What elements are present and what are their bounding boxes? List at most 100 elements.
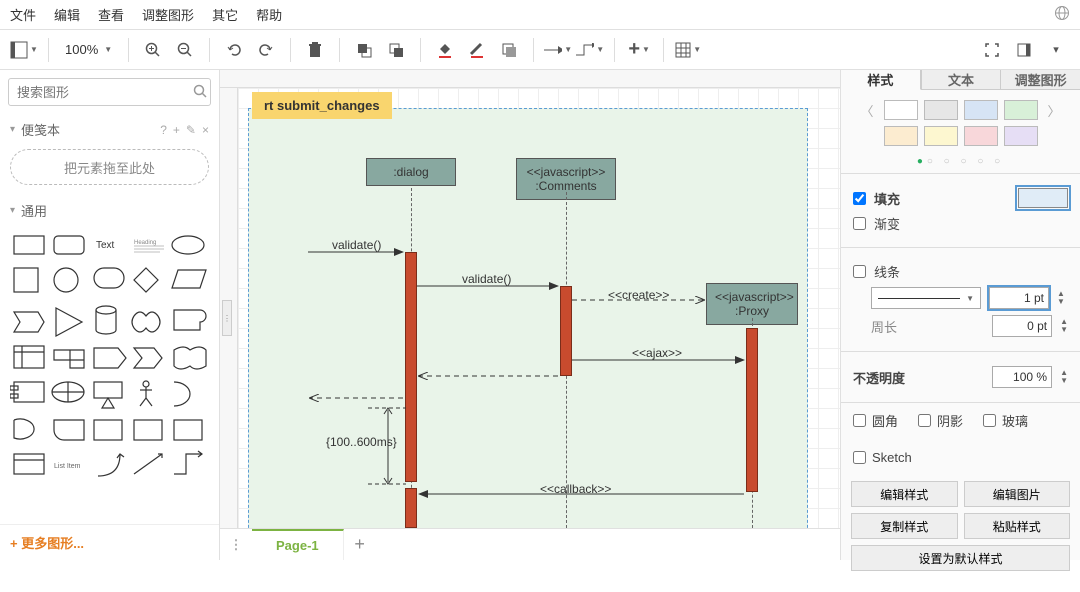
sketch-checkbox[interactable] — [853, 451, 866, 464]
scratchpad-add[interactable]: + — [173, 123, 180, 137]
line-width-stepper[interactable]: ▲▼ — [1057, 290, 1065, 306]
msg-ajax[interactable]: <<ajax>> — [632, 346, 682, 360]
svg-text:List Item: List Item — [54, 463, 81, 470]
edit-style-button[interactable]: 编辑样式 — [851, 481, 958, 507]
activation-proxy[interactable] — [746, 328, 758, 492]
menu-edit[interactable]: 编辑 — [54, 5, 80, 24]
main-area: ▾ 便笺本 ? + ✎ × 把元素拖至此处 ▾ 通用 Text Heading — [0, 70, 1080, 560]
fullscreen-button[interactable] — [978, 36, 1006, 64]
shadow-checkbox[interactable] — [918, 414, 931, 427]
gradient-label: 渐变 — [874, 214, 1068, 233]
swatch-grey[interactable] — [924, 100, 958, 120]
edit-image-button[interactable]: 编辑图片 — [964, 481, 1071, 507]
tab-arrange[interactable]: 调整图形 — [1001, 70, 1080, 90]
swatch-white[interactable] — [884, 100, 918, 120]
zoom-in-button[interactable] — [139, 36, 167, 64]
waypoint-button[interactable]: ▼ — [576, 36, 604, 64]
general-title: 通用 — [21, 201, 209, 220]
delete-button[interactable] — [301, 36, 329, 64]
menu-file[interactable]: 文件 — [10, 5, 36, 24]
zoom-select[interactable]: 100%▼ — [59, 42, 118, 57]
table-button[interactable]: ▼ — [674, 36, 702, 64]
format-panel-button[interactable] — [1010, 36, 1038, 64]
perimeter-label: 周长 — [871, 317, 984, 336]
line-checkbox[interactable] — [853, 265, 866, 278]
scratchpad-header[interactable]: ▾ 便笺本 ? + ✎ × — [0, 114, 219, 145]
search-input[interactable] — [17, 85, 193, 100]
menu-extras[interactable]: 其它 — [212, 5, 238, 24]
line-style-select[interactable]: ▼ — [871, 287, 981, 309]
pages-menu[interactable]: ⋮ — [220, 537, 252, 553]
opacity-value[interactable]: 100 % — [992, 366, 1052, 388]
fill-checkbox[interactable] — [853, 192, 866, 205]
svg-text:Text: Text — [96, 240, 115, 251]
activation-dialog[interactable] — [405, 252, 417, 482]
msg-duration[interactable]: {100..600ms} — [326, 435, 397, 449]
lifeline-dialog[interactable]: :dialog — [366, 158, 456, 186]
svg-text:Heading: Heading — [134, 240, 156, 246]
redo-button[interactable] — [252, 36, 280, 64]
to-back-button[interactable] — [382, 36, 410, 64]
line-width[interactable]: 1 pt — [989, 287, 1049, 309]
canvas[interactable]: rt submit_changes :dialog <<javascript>>… — [238, 88, 840, 528]
activation-dialog-2[interactable] — [405, 488, 417, 528]
to-front-button[interactable] — [350, 36, 378, 64]
connection-button[interactable]: ▼ — [544, 36, 572, 64]
collapse-button[interactable]: ▾ — [1042, 36, 1070, 64]
glass-checkbox[interactable] — [983, 414, 996, 427]
swatch-pager[interactable]: ●○ ○ ○ ○ ○ — [841, 156, 1080, 173]
undo-button[interactable] — [220, 36, 248, 64]
opacity-stepper[interactable]: ▲▼ — [1060, 369, 1068, 385]
diagram: rt submit_changes :dialog <<javascript>>… — [238, 88, 840, 528]
tab-text[interactable]: 文本 — [921, 70, 1002, 90]
sidebar-collapse-handle[interactable]: ⋮ — [222, 300, 232, 336]
rounded-checkbox[interactable] — [853, 414, 866, 427]
swatch-purple[interactable] — [1004, 126, 1038, 146]
swatch-green[interactable] — [1004, 100, 1038, 120]
copy-style-button[interactable]: 复制样式 — [851, 513, 958, 539]
toolbar: ▼ 100%▼ ▼ ▼ +▼ ▼ ▾ — [0, 30, 1080, 70]
menu-view[interactable]: 查看 — [98, 5, 124, 24]
tab-style[interactable]: 样式 — [841, 70, 921, 90]
set-default-style-button[interactable]: 设置为默认样式 — [851, 545, 1070, 571]
swatch-next[interactable]: 〉 — [1044, 101, 1065, 120]
activation-comments[interactable] — [560, 286, 572, 376]
more-shapes-button[interactable]: + 更多图形... — [0, 524, 219, 560]
gradient-checkbox[interactable] — [853, 217, 866, 230]
format-panel: 样式 文本 调整图形 〈 〉 ●○ ○ ○ ○ ○ 填充 — [840, 70, 1080, 560]
fill-color-button[interactable] — [431, 36, 459, 64]
scratchpad-help[interactable]: ? — [160, 123, 167, 137]
msg-validate2[interactable]: validate() — [462, 272, 511, 286]
perimeter-value[interactable]: 0 pt — [992, 315, 1052, 337]
msg-validate1[interactable]: validate() — [332, 238, 381, 252]
view-mode-button[interactable]: ▼ — [10, 36, 38, 64]
swatch-orange[interactable] — [884, 126, 918, 146]
scratchpad-dropzone[interactable]: 把元素拖至此处 — [10, 149, 209, 185]
page-add[interactable]: + — [344, 534, 376, 555]
menu-arrange[interactable]: 调整图形 — [142, 5, 194, 24]
scratchpad-edit[interactable]: ✎ — [186, 123, 196, 137]
language-icon[interactable] — [1054, 5, 1070, 24]
msg-callback[interactable]: <<callback>> — [540, 482, 611, 496]
paste-style-button[interactable]: 粘贴样式 — [964, 513, 1071, 539]
insert-button[interactable]: +▼ — [625, 36, 653, 64]
format-tabs: 样式 文本 调整图形 — [841, 70, 1080, 90]
fill-color[interactable] — [1018, 188, 1068, 208]
zoom-out-button[interactable] — [171, 36, 199, 64]
swatch-red[interactable] — [964, 126, 998, 146]
swatch-prev[interactable]: 〈 — [856, 101, 877, 120]
frame-title[interactable]: rt submit_changes — [252, 92, 392, 119]
shadow-button[interactable] — [495, 36, 523, 64]
search-icon[interactable] — [193, 84, 207, 101]
line-color-button[interactable] — [463, 36, 491, 64]
page-tab-1[interactable]: Page-1 — [252, 529, 344, 560]
msg-create[interactable]: <<create>> — [608, 288, 669, 302]
perimeter-stepper[interactable]: ▲▼ — [1060, 318, 1068, 334]
menu-help[interactable]: 帮助 — [256, 5, 282, 24]
scratchpad-close[interactable]: × — [202, 123, 209, 137]
swatch-yellow[interactable] — [924, 126, 958, 146]
swatch-blue[interactable] — [964, 100, 998, 120]
general-shapes-header[interactable]: ▾ 通用 — [0, 195, 219, 226]
shape-palette-svg[interactable]: Text Heading — [10, 230, 210, 495]
zoom-value: 100% — [65, 42, 98, 57]
